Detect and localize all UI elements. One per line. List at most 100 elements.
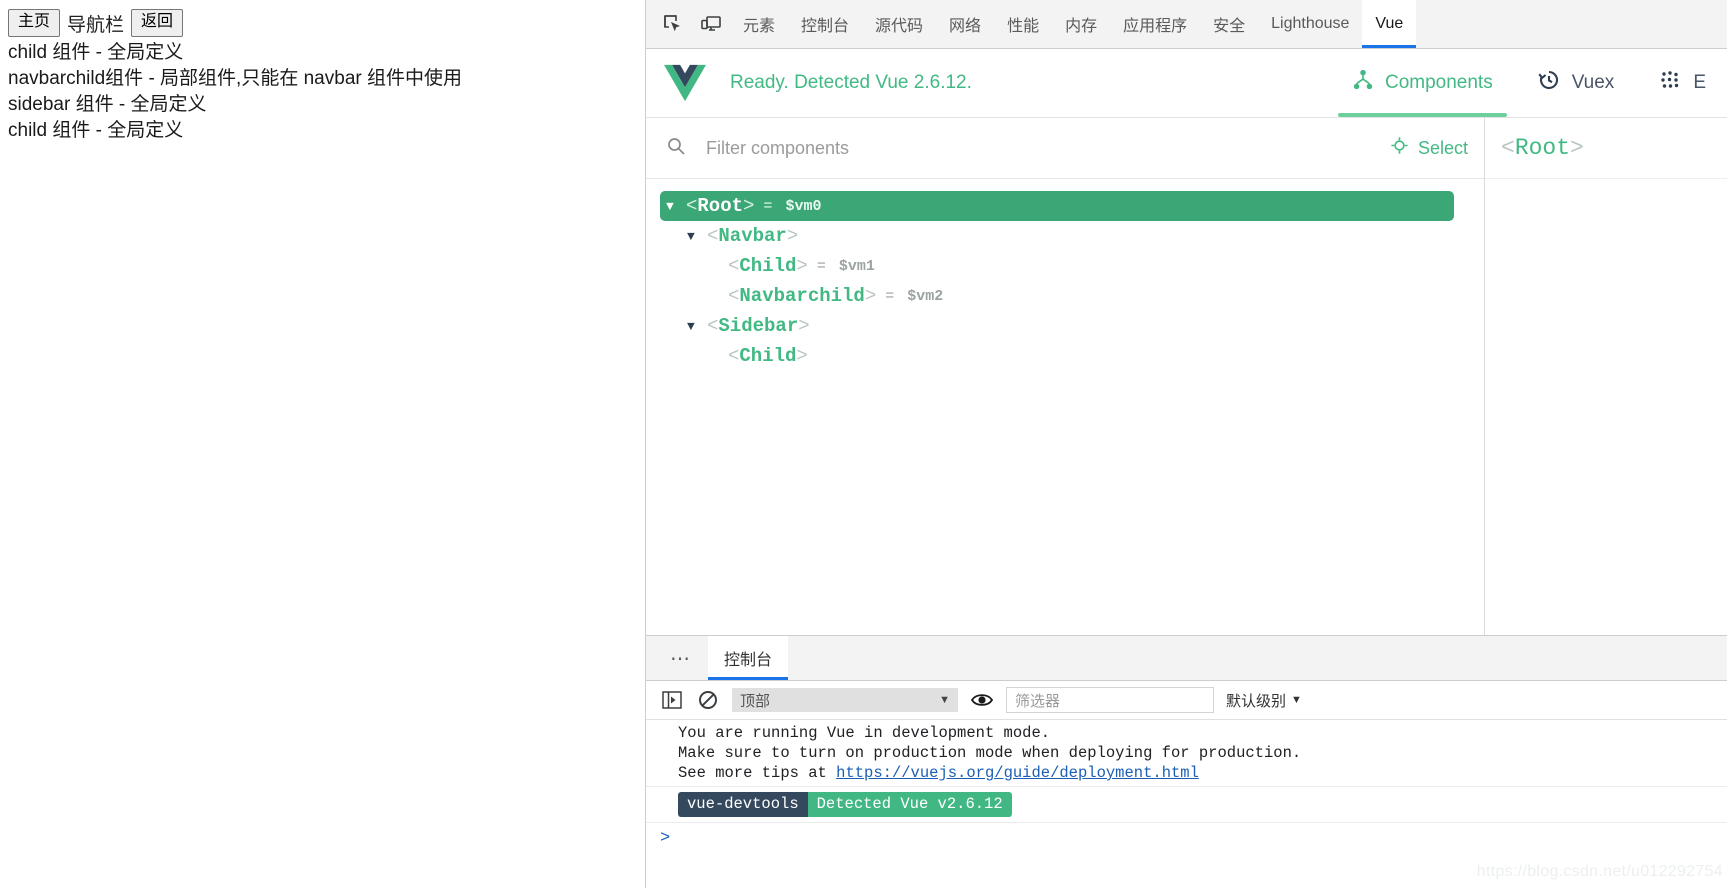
tree-node-tag: <Navbar> <box>707 225 799 247</box>
console-messages: You are running Vue in development mode.… <box>646 720 1727 888</box>
component-filter-row: Select <box>646 118 1484 179</box>
component-output-line: sidebar 组件 - 全局定义 <box>8 94 207 115</box>
tree-node-navbarchild[interactable]: ▼ <Navbarchild> = $vm2 <box>646 281 1484 311</box>
vue-panel-header: Ready. Detected Vue 2.6.12. Components V… <box>646 49 1727 118</box>
target-select-icon <box>1390 136 1409 160</box>
tree-node-vm: $vm1 <box>838 257 875 275</box>
tab-vue[interactable]: Vue <box>1362 0 1417 48</box>
console-filter-placeholder: 筛选器 <box>1015 692 1061 710</box>
tree-node-vm: $vm2 <box>907 287 944 305</box>
console-toolbar: 顶部 ▼ 筛选器 默认级别 ▼ <box>646 681 1727 720</box>
console-prompt-row[interactable]: > <box>646 823 1727 853</box>
tab-sources[interactable]: 源代码 <box>862 0 936 48</box>
drawer-tabbar: ⋯ 控制台 <box>646 636 1727 681</box>
tree-node-navbar[interactable]: ▼ <Navbar> <box>646 221 1484 251</box>
badge-left-label: vue-devtools <box>678 792 808 817</box>
live-expression-icon[interactable] <box>970 688 994 712</box>
tree-node-vm: $vm0 <box>785 197 822 215</box>
navbar-title: 导航栏 <box>67 14 125 36</box>
tree-node-tag: <Child> <box>728 345 808 367</box>
badge-right-label: Detected Vue v2.6.12 <box>807 792 1012 817</box>
tree-node-equals: = <box>763 197 773 215</box>
console-context-select[interactable]: 顶部 ▼ <box>732 688 958 712</box>
component-tree: ▼ <Root> = $vm0 ▼ <Navbar> <Child> = $vm… <box>646 179 1484 635</box>
device-toolbar-icon[interactable] <box>692 0 730 48</box>
vue-mode-label: Components <box>1384 72 1493 93</box>
webpage-viewport: 主页 导航栏 返回 child 组件 - 全局定义 navbarchild组件 … <box>0 0 645 888</box>
console-drawer: ⋯ 控制台 顶部 ▼ 筛选器 默认级别 ▼ You are running Vu… <box>646 635 1727 888</box>
tree-node-tag: <Child> <box>728 255 808 277</box>
screen-root: 主页 导航栏 返回 child 组件 - 全局定义 navbarchild组件 … <box>0 0 1727 888</box>
events-dots-icon <box>1658 68 1682 98</box>
console-message-line: Make sure to turn on production mode whe… <box>678 744 1302 762</box>
console-level-label: 默认级别 <box>1226 692 1287 710</box>
components-tree-icon <box>1352 69 1374 97</box>
tree-node-equals: = <box>885 287 895 305</box>
tab-application[interactable]: 应用程序 <box>1110 0 1200 48</box>
console-level-select[interactable]: 默认级别 ▼ <box>1226 690 1302 711</box>
select-button-label: Select <box>1417 137 1468 158</box>
inspect-element-icon[interactable] <box>654 0 692 48</box>
caret-down-icon[interactable]: ▼ <box>687 230 707 243</box>
vue-mode-components[interactable]: Components <box>1330 49 1515 117</box>
console-sidebar-icon[interactable] <box>660 688 684 712</box>
more-tabs-icon[interactable]: ⋯ <box>654 636 708 680</box>
devtools-window: 元素 控制台 源代码 网络 性能 内存 应用程序 安全 Lighthouse V… <box>645 0 1727 888</box>
console-message-text: See more tips at <box>678 764 837 782</box>
vue-mode-label: Vuex <box>1571 72 1615 93</box>
component-output-line: navbarchild组件 - 局部组件,只能在 navbar 组件中使用 <box>8 68 462 89</box>
vue-mode-label: E <box>1693 72 1706 93</box>
tab-console[interactable]: 控制台 <box>788 0 862 48</box>
tree-node-tag: <Navbarchild> <box>728 285 877 307</box>
component-output-line: child 组件 - 全局定义 <box>8 42 184 63</box>
component-output-list: child 组件 - 全局定义 navbarchild组件 - 局部组件,只能在… <box>8 40 645 144</box>
tab-elements[interactable]: 元素 <box>730 0 788 48</box>
tree-node-child[interactable]: ▼ <Child> = $vm1 <box>646 251 1484 281</box>
console-filter-input[interactable]: 筛选器 <box>1006 687 1214 713</box>
component-output-line: child 组件 - 全局定义 <box>8 120 184 141</box>
tree-node-root[interactable]: ▼ <Root> = $vm0 <box>646 191 1484 221</box>
console-context-value: 顶部 <box>740 692 771 710</box>
devtools-tabbar: 元素 控制台 源代码 网络 性能 内存 应用程序 安全 Lighthouse V… <box>646 0 1727 49</box>
component-inspector-pane: < Root > <box>1485 118 1727 635</box>
tab-security[interactable]: 安全 <box>1200 0 1258 48</box>
caret-down-icon[interactable]: ▼ <box>687 320 707 333</box>
tree-node-sidebar[interactable]: ▼ <Sidebar> <box>646 311 1484 341</box>
history-clock-icon <box>1537 68 1561 98</box>
vue-status-text: Ready. Detected Vue 2.6.12. <box>730 72 972 93</box>
back-button[interactable]: 返回 <box>131 9 184 37</box>
tab-performance[interactable]: 性能 <box>994 0 1052 48</box>
vue-mode-events[interactable]: E <box>1636 49 1727 117</box>
vue-mode-vuex[interactable]: Vuex <box>1515 49 1637 117</box>
tab-memory[interactable]: 内存 <box>1052 0 1110 48</box>
console-message-line: You are running Vue in development mode. <box>678 724 1051 742</box>
chevron-down-icon: ▼ <box>939 694 950 706</box>
drawer-tab-console[interactable]: 控制台 <box>708 636 789 680</box>
tree-node-tag: <Sidebar> <box>707 315 810 337</box>
deployment-docs-link[interactable]: https://vuejs.org/guide/deployment.html <box>836 764 1199 782</box>
filter-components-input[interactable] <box>704 136 1390 160</box>
inspector-component-name: Root <box>1514 135 1571 161</box>
search-icon <box>666 136 686 161</box>
tab-lighthouse[interactable]: Lighthouse <box>1258 0 1362 48</box>
caret-down-icon[interactable]: ▼ <box>666 200 686 213</box>
navbar: 主页 导航栏 返回 <box>8 9 645 37</box>
vue-logo-icon <box>664 64 706 102</box>
inspector-title: < Root > <box>1485 118 1727 179</box>
chevron-down-icon: ▼ <box>1291 694 1302 706</box>
console-prompt-caret: > <box>660 828 671 848</box>
component-tree-pane: Select ▼ <Root> = $vm0 ▼ <box>646 118 1485 635</box>
vue-mode-tabs: Components Vuex E <box>1330 49 1727 117</box>
tree-node-equals: = <box>816 257 826 275</box>
webpage-content: 主页 导航栏 返回 child 组件 - 全局定义 navbarchild组件 … <box>0 0 645 144</box>
console-message-devtools-badge: vue-devtools Detected Vue v2.6.12 <box>646 787 1727 823</box>
home-button[interactable]: 主页 <box>8 9 61 37</box>
console-message-warning: You are running Vue in development mode.… <box>646 720 1727 787</box>
console-message-line-with-link: See more tips at https://vuejs.org/guide… <box>678 763 1727 783</box>
tree-node-child[interactable]: ▼ <Child> <box>646 341 1484 371</box>
select-component-button[interactable]: Select <box>1390 136 1468 160</box>
vue-panel-body: Select ▼ <Root> = $vm0 ▼ <box>646 118 1727 635</box>
clear-console-icon[interactable] <box>696 688 720 712</box>
tab-network[interactable]: 网络 <box>936 0 994 48</box>
tree-node-tag: <Root> <box>686 195 755 217</box>
